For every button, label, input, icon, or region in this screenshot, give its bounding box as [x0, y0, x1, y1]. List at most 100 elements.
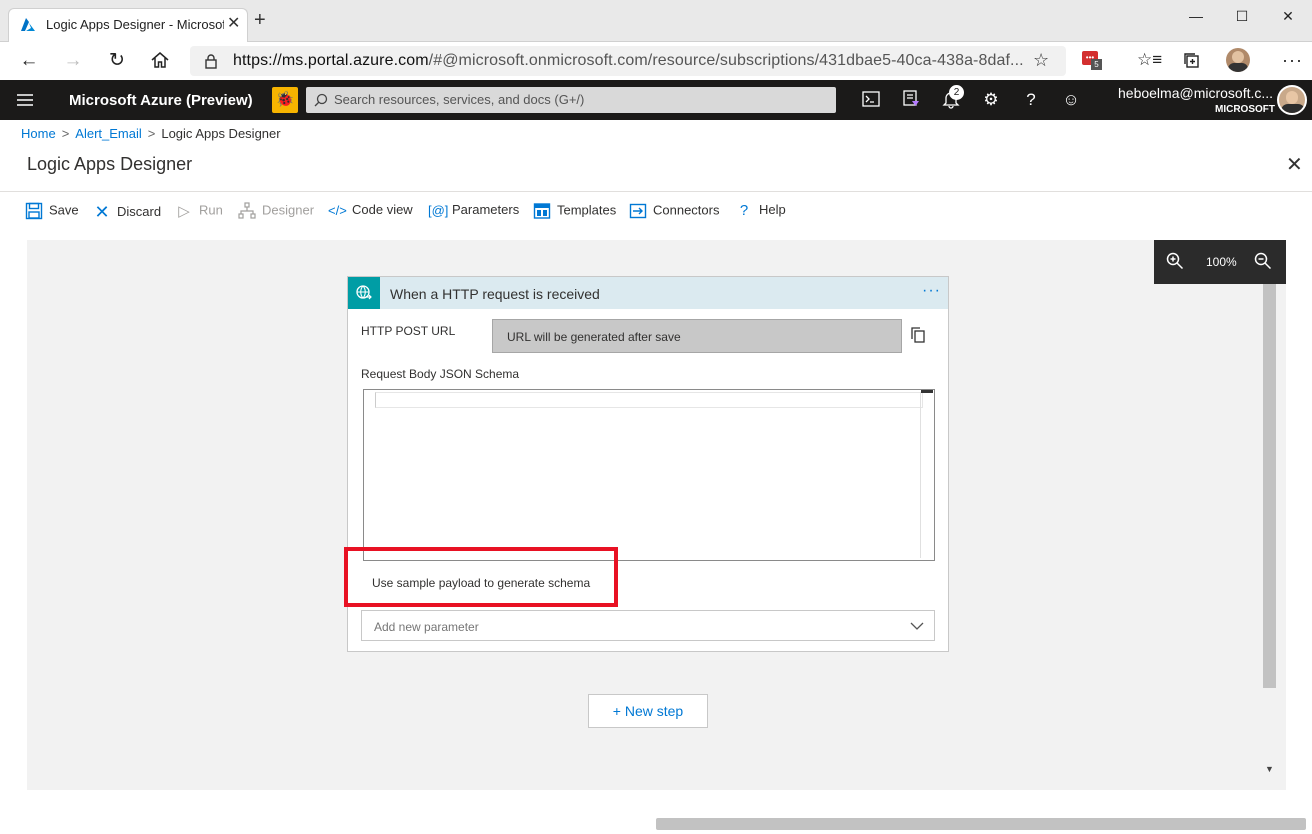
extension-icon[interactable]: ••• 5: [1082, 51, 1102, 70]
help-icon: ?: [739, 202, 749, 220]
settings-gear-icon[interactable]: ⚙: [979, 88, 1003, 112]
browser-profile-avatar[interactable]: [1226, 48, 1250, 72]
canvas-vertical-scrollbar[interactable]: [1263, 284, 1276, 688]
more-options-icon[interactable]: ···: [1282, 50, 1303, 71]
user-tenant[interactable]: MICROSOFT: [1215, 104, 1275, 115]
editor-current-line: [375, 392, 923, 408]
azure-logo-icon: [21, 18, 35, 31]
minimize-button[interactable]: —: [1176, 4, 1216, 28]
favorites-icon[interactable]: ☆≡: [1137, 50, 1162, 70]
zoom-controls: 100%: [1154, 240, 1286, 284]
search-placeholder: Search resources, services, and docs (G+…: [334, 92, 585, 107]
zoom-in-icon[interactable]: [1166, 252, 1184, 270]
user-avatar[interactable]: [1277, 85, 1307, 115]
connectors-label: Connectors: [653, 202, 720, 218]
cloud-shell-icon[interactable]: [862, 91, 880, 107]
breadcrumb-current: Logic Apps Designer: [161, 126, 281, 141]
http-globe-icon: [348, 277, 380, 309]
directory-filter-icon[interactable]: [902, 90, 920, 108]
designer-icon: [238, 202, 256, 219]
chevron-right-icon: >: [61, 126, 70, 141]
maximize-button[interactable]: ☐: [1222, 4, 1262, 28]
home-icon[interactable]: [150, 51, 170, 69]
command-bar: Save ✕ Discard ▷ Run Designer </> Code view…: [0, 196, 1312, 228]
code-view-button[interactable]: </> Code view: [328, 202, 413, 222]
help-question-icon[interactable]: ?: [1019, 88, 1043, 112]
discard-button[interactable]: ✕ Discard: [93, 202, 161, 222]
feedback-smiley-icon[interactable]: ☺: [1059, 88, 1083, 112]
http-post-url-value: URL will be generated after save: [507, 330, 681, 344]
breadcrumb: Home > Alert_Email > Logic Apps Designer: [21, 126, 281, 141]
url-text: https://ms.portal.azure.com/#@microsoft.…: [233, 52, 1024, 69]
trigger-card-header[interactable]: When a HTTP request is received ···: [348, 277, 948, 309]
tab-close-icon[interactable]: ✕: [227, 13, 240, 33]
http-trigger-card: When a HTTP request is received ··· HTTP…: [344, 276, 949, 652]
parameters-at-icon: [@]: [428, 203, 449, 219]
breadcrumb-alert-email[interactable]: Alert_Email: [75, 126, 141, 141]
collections-icon[interactable]: [1183, 52, 1201, 70]
http-post-url-field: URL will be generated after save: [492, 319, 902, 353]
portal-brand[interactable]: Microsoft Azure (Preview): [69, 92, 253, 109]
zoom-out-icon[interactable]: [1254, 252, 1272, 270]
http-post-url-label: HTTP POST URL: [361, 324, 456, 338]
browser-toolbar: ← → ↻ https://ms.portal.azure.com/#@micr…: [0, 42, 1312, 80]
code-brackets-icon: </>: [328, 203, 347, 219]
new-step-button[interactable]: + New step: [588, 694, 708, 728]
run-button[interactable]: ▷ Run: [175, 202, 223, 222]
templates-button[interactable]: Templates: [533, 202, 616, 222]
tab-title: Logic Apps Designer - Microsoft: [46, 17, 224, 32]
chevron-right-icon: >: [147, 126, 156, 141]
designer-label: Designer: [262, 202, 315, 218]
search-icon: [314, 93, 328, 107]
add-new-parameter-dropdown[interactable]: Add new parameter: [361, 610, 935, 641]
new-tab-button[interactable]: +: [254, 10, 266, 30]
zoom-level: 100%: [1206, 255, 1237, 269]
trigger-title: When a HTTP request is received: [390, 286, 600, 302]
page-title: Logic Apps Designer: [27, 154, 193, 174]
parameters-label: Parameters: [452, 202, 520, 217]
extension-badge: 5: [1091, 59, 1102, 70]
help-button[interactable]: ? Help: [735, 202, 786, 222]
templates-label: Templates: [557, 202, 617, 218]
editor-scroll-thumb[interactable]: [921, 390, 933, 393]
more-options-icon[interactable]: ···: [922, 282, 941, 300]
editor-scrollbar[interactable]: [920, 392, 932, 558]
global-search-input[interactable]: Search resources, services, and docs (G+…: [306, 87, 836, 113]
preview-feedback-bug-icon[interactable]: 🐞: [272, 87, 298, 113]
window-close-button[interactable]: ✕: [1268, 4, 1308, 28]
discard-label: Discard: [117, 203, 162, 219]
user-email[interactable]: heboelma@microsoft.c...: [1118, 85, 1273, 101]
help-label: Help: [759, 202, 786, 217]
refresh-icon[interactable]: ↻: [105, 50, 129, 72]
code-view-label: Code view: [352, 202, 413, 217]
request-body-schema-label: Request Body JSON Schema: [361, 367, 520, 381]
copy-icon[interactable]: [910, 326, 926, 344]
run-label: Run: [199, 202, 223, 218]
back-icon[interactable]: ←: [17, 50, 41, 72]
templates-icon: [533, 203, 551, 219]
connectors-button[interactable]: Connectors: [629, 202, 719, 222]
browser-tab[interactable]: Logic Apps Designer - Microsoft ✕: [8, 8, 248, 42]
browser-tab-bar: Logic Apps Designer - Microsoft ✕ + — ☐ …: [0, 0, 1312, 42]
address-bar[interactable]: https://ms.portal.azure.com/#@microsoft.…: [190, 46, 1066, 76]
discard-x-icon: ✕: [94, 202, 110, 222]
red-highlight-annotation: [344, 547, 618, 607]
blade-close-icon[interactable]: ✕: [1286, 152, 1303, 177]
save-icon: [25, 202, 43, 220]
designer-button[interactable]: Designer: [238, 202, 314, 222]
parameters-button[interactable]: [@] Parameters: [428, 202, 519, 222]
save-label: Save: [49, 202, 79, 218]
page-horizontal-scrollbar[interactable]: [656, 818, 1306, 830]
run-play-icon: ▷: [178, 203, 190, 220]
azure-top-bar: Microsoft Azure (Preview) 🐞 Search resou…: [0, 80, 1312, 120]
breadcrumb-home[interactable]: Home: [21, 126, 56, 141]
divider: [0, 191, 1312, 192]
json-schema-editor[interactable]: [363, 389, 935, 561]
lock-icon: [205, 54, 217, 69]
save-button[interactable]: Save: [25, 202, 79, 222]
scroll-down-arrow-icon[interactable]: ▼: [1265, 764, 1274, 774]
connectors-icon: [629, 203, 647, 219]
hamburger-menu-icon[interactable]: [17, 94, 33, 106]
favorite-star-icon[interactable]: ☆: [1033, 50, 1049, 71]
forward-icon[interactable]: →: [61, 50, 85, 72]
